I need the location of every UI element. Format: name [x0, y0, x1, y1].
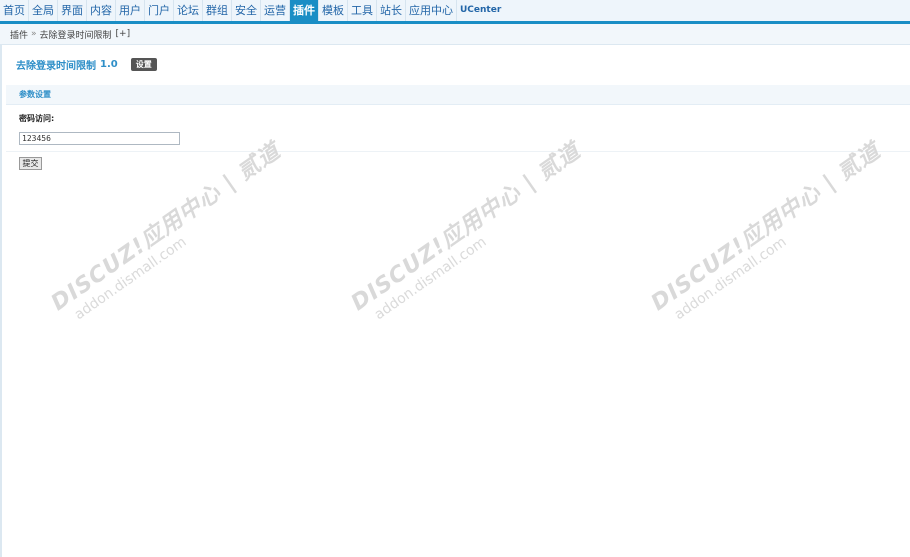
watermark-brand: DISCUZ!应用中心 | 贰道	[346, 138, 586, 317]
nav-item[interactable]: 论坛	[173, 0, 202, 21]
nav-item[interactable]: 用户	[115, 0, 144, 21]
watermark-brand: DISCUZ!应用中心 | 贰道	[646, 138, 886, 317]
breadcrumb-separator: »	[31, 29, 37, 39]
top-navigation: 首页 全局 界面 内容 用户 门户 论坛 群组 安全 运营 插件 模板 工具 站长 应用中心 UCenter	[0, 0, 910, 21]
submit-button[interactable]: 提交	[19, 157, 42, 170]
nav-item[interactable]: 内容	[86, 0, 115, 21]
watermark: DISCUZ!应用中心 | 贰道 addon.dismall.com	[301, 130, 586, 360]
left-border	[0, 45, 2, 557]
breadcrumb-expand-toggle[interactable]: [+]	[116, 29, 131, 39]
nav-item[interactable]: 首页	[0, 0, 28, 21]
breadcrumb-page: 去除登录时间限制	[39, 30, 112, 41]
nav-item[interactable]: 界面	[57, 0, 86, 21]
nav-item[interactable]: 模板	[318, 0, 347, 21]
nav-item[interactable]: 工具	[347, 0, 376, 21]
nav-item[interactable]: 站长	[376, 0, 405, 21]
nav-item[interactable]: 安全	[231, 0, 260, 21]
breadcrumb: 插件 » 去除登录时间限制 [+]	[0, 24, 910, 45]
tab-settings[interactable]: 设置	[130, 57, 157, 71]
watermark-domain: addon.dismall.com	[371, 233, 490, 324]
watermark-brand: DISCUZ!应用中心 | 贰道	[46, 138, 286, 317]
nav-item[interactable]: UCenter	[456, 0, 504, 21]
watermark-domain: addon.dismall.com	[671, 233, 790, 324]
password-access-label: 密码访问:	[19, 114, 55, 123]
nav-item[interactable]: 全局	[28, 0, 57, 21]
breadcrumb-section[interactable]: 插件	[10, 28, 28, 41]
plugin-name: 去除登录时间限制	[16, 60, 96, 72]
plugin-version: 1.0	[100, 58, 118, 70]
nav-item[interactable]: 门户	[144, 0, 173, 21]
password-access-input[interactable]	[19, 132, 180, 145]
section-header-parameters: 参数设置	[6, 85, 910, 105]
nav-item[interactable]: 应用中心	[405, 0, 456, 21]
plugin-title-row: 去除登录时间限制 1.0 设置	[16, 57, 157, 72]
nav-item[interactable]: 群组	[202, 0, 231, 21]
watermark-domain: addon.dismall.com	[71, 233, 190, 324]
nav-item[interactable]: 运营	[260, 0, 289, 21]
watermark: DISCUZ!应用中心 | 贰道 addon.dismall.com	[601, 130, 886, 360]
nav-item[interactable]: 插件	[289, 0, 318, 21]
row-divider	[6, 151, 910, 152]
